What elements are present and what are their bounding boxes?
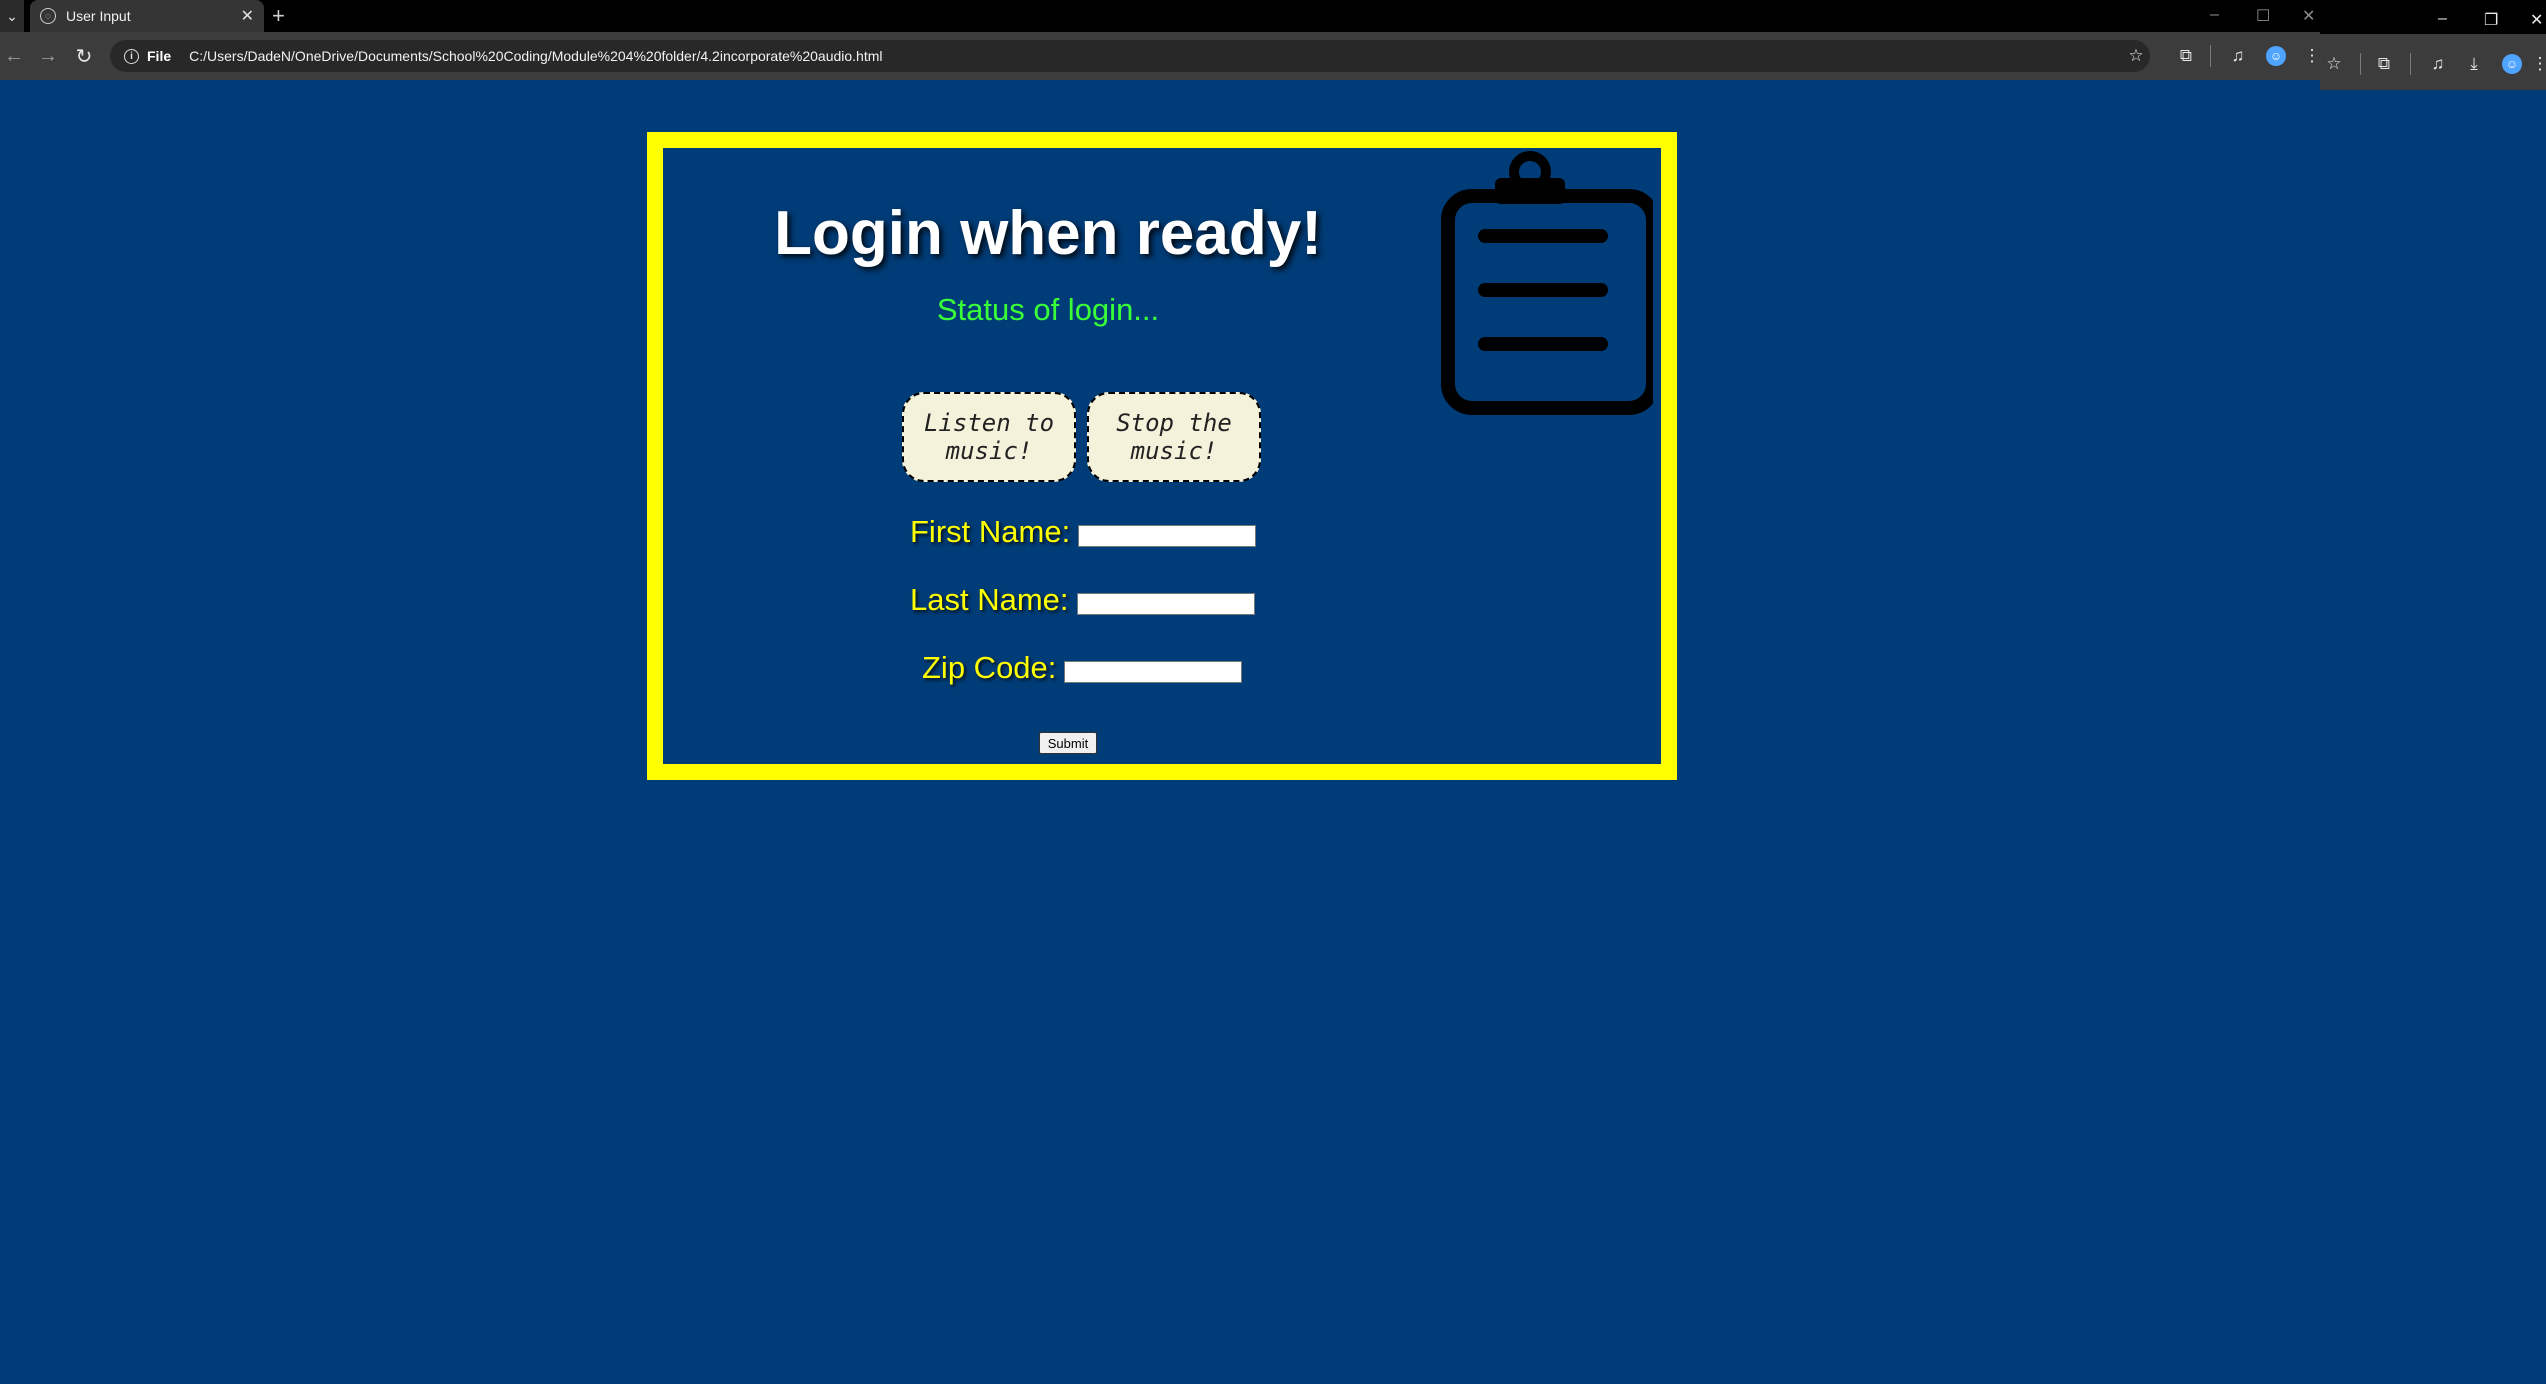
minimize-icon-inactive: – — [2210, 6, 2219, 23]
address-bar[interactable]: i File C:/Users/DadeN/OneDrive/Documents… — [110, 40, 2150, 72]
title-bar: ⌄ ◌ User Input ✕ + – ☐ ✕ – ❐ ✕ — [0, 0, 2546, 32]
login-card: Login when ready! Status of login... Lis… — [647, 132, 1677, 780]
menu-icon[interactable]: ⋮ — [2528, 52, 2546, 76]
profile-icon[interactable]: ☺ — [2502, 54, 2522, 74]
star-icon[interactable]: ☆ — [2124, 44, 2148, 68]
browser-tab[interactable]: ◌ User Input ✕ — [30, 0, 264, 32]
url-text[interactable]: C:/Users/DadeN/OneDrive/Documents/School… — [189, 48, 882, 64]
url-scheme: File — [147, 48, 172, 64]
new-tab-button[interactable]: + — [272, 3, 285, 29]
zip-code-row: Zip Code: — [922, 650, 1243, 686]
first-name-field[interactable] — [1078, 525, 1257, 547]
tab-title: User Input — [66, 8, 131, 24]
first-name-label: First Name: — [910, 514, 1071, 549]
restore-button[interactable]: ❐ — [2484, 10, 2498, 30]
maximize-icon-inactive: ☐ — [2256, 8, 2271, 25]
last-name-label: Last Name: — [910, 582, 1069, 617]
close-button[interactable]: ✕ — [2530, 10, 2543, 30]
secondary-toolbar: ☆ ⧉ ♫ ⤓ ☺ ⋮ — [2320, 32, 2546, 90]
extensions-icon[interactable]: ⧉ — [2372, 52, 2396, 76]
stop-music-button[interactable]: Stop the music! — [1087, 392, 1261, 482]
globe-icon: ◌ — [40, 8, 56, 24]
zip-code-label: Zip Code: — [922, 650, 1057, 685]
zip-code-field[interactable] — [1064, 661, 1243, 683]
media-icon[interactable]: ♫ — [2426, 52, 2450, 76]
extensions-icon[interactable]: ⧉ — [2174, 44, 2198, 68]
info-icon[interactable]: i — [124, 48, 139, 64]
forward-icon[interactable]: → — [36, 44, 60, 68]
star-icon[interactable]: ☆ — [2322, 52, 2346, 76]
login-status: Status of login... — [936, 292, 1160, 327]
close-icon-inactive: ✕ — [2302, 8, 2316, 25]
listen-music-button[interactable]: Listen to music! — [902, 392, 1076, 482]
reload-icon[interactable]: ↻ — [72, 44, 96, 68]
profile-icon[interactable]: ☺ — [2266, 46, 2286, 66]
last-name-field[interactable] — [1076, 593, 1255, 615]
tab-close-icon[interactable]: ✕ — [241, 6, 254, 26]
submit-button[interactable]: Submit — [1039, 732, 1097, 754]
page-title: Login when ready! — [774, 199, 1322, 268]
download-icon[interactable]: ⤓ — [2462, 52, 2486, 76]
media-icon[interactable]: ♫ — [2226, 44, 2250, 68]
last-name-row: Last Name: — [910, 582, 1255, 618]
toolbar-separator — [2360, 53, 2361, 75]
minimize-button[interactable]: – — [2438, 10, 2447, 28]
toolbar-separator — [2210, 45, 2211, 67]
first-name-row: First Name: — [910, 514, 1257, 550]
tab-search-button[interactable]: ⌄ — [0, 0, 24, 32]
back-icon[interactable]: ← — [2, 44, 26, 68]
clipboard-icon — [1441, 151, 1653, 415]
toolbar-separator — [2410, 53, 2411, 75]
